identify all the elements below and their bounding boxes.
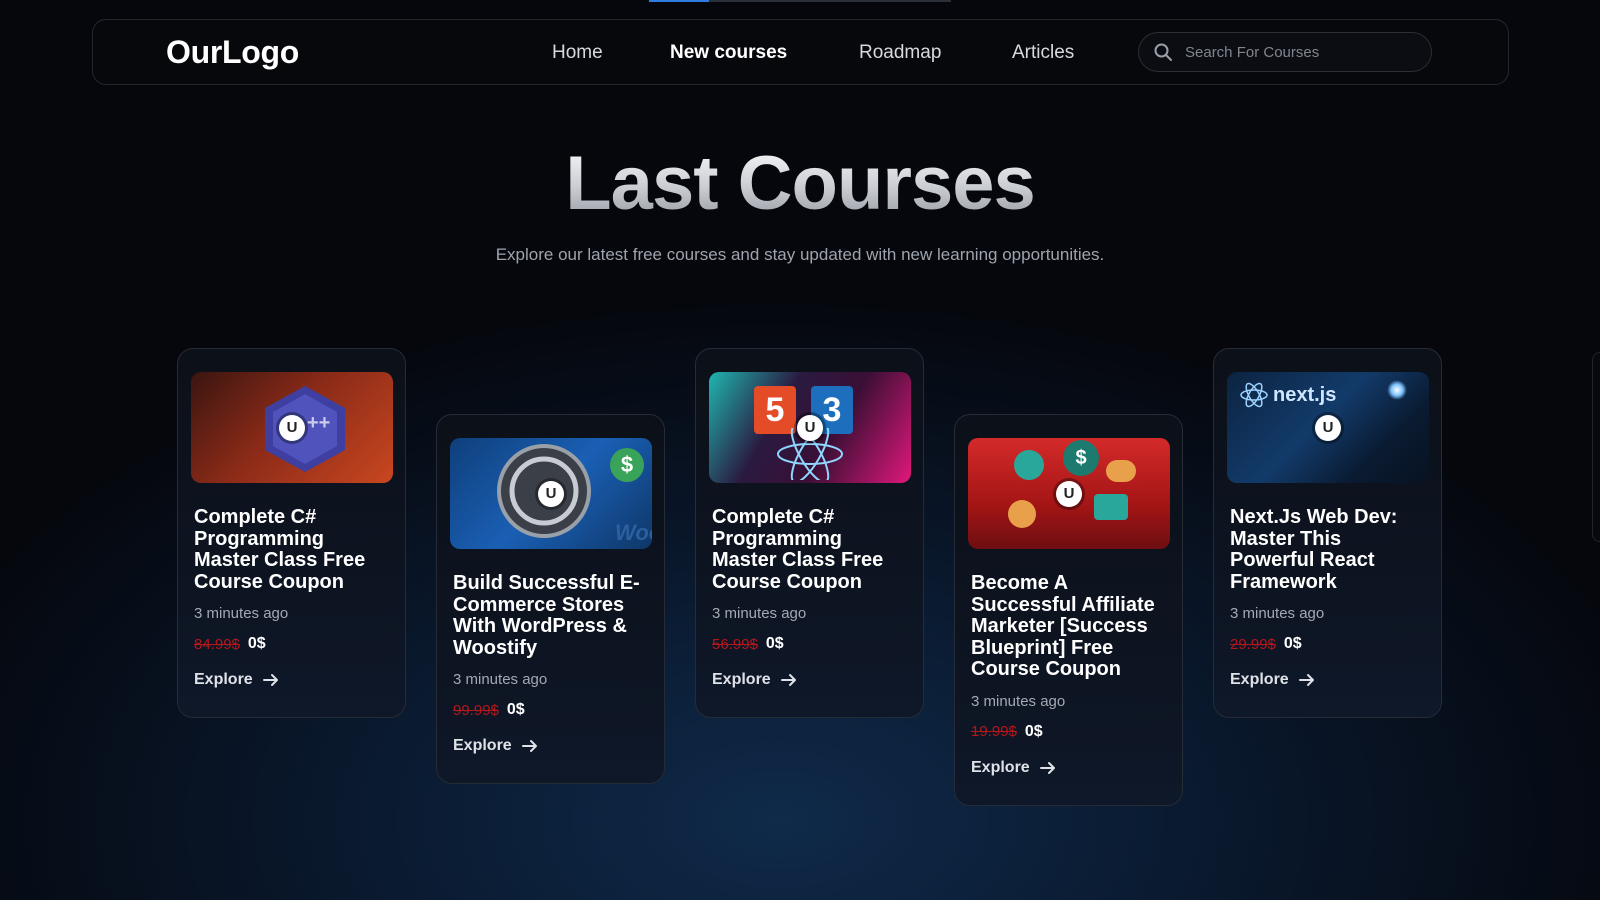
course-time: 3 minutes ago bbox=[194, 605, 289, 623]
course-price: 99.99$ 0$ bbox=[450, 701, 651, 719]
search-input[interactable] bbox=[1185, 43, 1405, 61]
new-price: 0$ bbox=[506, 701, 525, 719]
explore-button[interactable]: Explore bbox=[191, 671, 279, 689]
course-thumbnail-html-css: 5 3 U bbox=[709, 372, 911, 483]
course-card[interactable]: $ Woo U Build Successful E-Commerce Stor… bbox=[436, 414, 665, 784]
page-subtitle: Explore our latest free courses and stay… bbox=[495, 245, 1105, 264]
explore-button[interactable]: Explore bbox=[968, 759, 1056, 777]
course-time: 3 minutes ago bbox=[712, 605, 807, 623]
search-box[interactable] bbox=[1138, 32, 1432, 72]
udemy-badge-icon: U bbox=[1056, 480, 1082, 507]
course-title[interactable]: Complete C# Programming Master Class Fre… bbox=[191, 506, 392, 593]
react-atom-icon bbox=[1240, 382, 1268, 408]
explore-label: Explore bbox=[1230, 671, 1289, 689]
udemy-badge-icon: U bbox=[1315, 414, 1341, 441]
course-thumbnail-affiliate: $ U bbox=[968, 438, 1170, 549]
chat-icon bbox=[1106, 460, 1136, 482]
arrow-right-icon bbox=[780, 674, 796, 687]
scrollbar[interactable] bbox=[1592, 352, 1600, 542]
nav-articles[interactable]: Articles bbox=[1012, 42, 1074, 64]
course-title[interactable]: Complete C# Programming Master Class Fre… bbox=[709, 506, 910, 593]
course-card[interactable]: $ U Become A Successful Affiliate Market… bbox=[954, 414, 1183, 806]
dollar-icon: $ bbox=[610, 448, 644, 482]
course-time: 3 minutes ago bbox=[453, 671, 548, 689]
course-card[interactable]: ++ U Complete C# Programming Master Clas… bbox=[177, 348, 406, 718]
csharp-hexagon-icon bbox=[265, 386, 345, 472]
course-price: 56.99$ 0$ bbox=[709, 635, 910, 653]
old-price: 19.99$ bbox=[971, 723, 1017, 741]
course-card[interactable]: 5 3 U Complete C# Programming Master Cla… bbox=[695, 348, 924, 718]
old-price: 29.99$ bbox=[1230, 635, 1276, 653]
csharp-plus-glyph: ++ bbox=[307, 412, 331, 434]
course-time: 3 minutes ago bbox=[1230, 605, 1325, 623]
course-title[interactable]: Become A Successful Affiliate Marketer [… bbox=[968, 572, 1169, 681]
arrow-right-icon bbox=[262, 674, 278, 687]
nav-home[interactable]: Home bbox=[552, 42, 603, 64]
explore-label: Explore bbox=[712, 671, 771, 689]
old-price: 84.99$ bbox=[194, 635, 240, 653]
woo-text: Woo bbox=[615, 520, 652, 545]
old-price: 99.99$ bbox=[453, 701, 499, 719]
light-glow bbox=[1387, 380, 1407, 400]
explore-button[interactable]: Explore bbox=[709, 671, 797, 689]
udemy-badge-icon: U bbox=[797, 414, 823, 441]
arrow-right-icon bbox=[521, 740, 537, 753]
udemy-badge-icon: U bbox=[538, 480, 564, 507]
course-price: 29.99$ 0$ bbox=[1227, 635, 1428, 653]
new-price: 0$ bbox=[1283, 635, 1302, 653]
nextjs-logo-text: next.js bbox=[1273, 384, 1337, 406]
page-progress-bar bbox=[649, 0, 951, 2]
site-logo[interactable]: OurLogo bbox=[166, 34, 299, 71]
new-price: 0$ bbox=[765, 635, 784, 653]
search-icon[interactable] bbox=[1153, 42, 1173, 62]
arrow-right-icon bbox=[1298, 674, 1314, 687]
nav-roadmap[interactable]: Roadmap bbox=[859, 42, 941, 64]
nav-new-courses[interactable]: New courses bbox=[670, 42, 787, 64]
course-title[interactable]: Next.Js Web Dev: Master This Powerful Re… bbox=[1227, 506, 1428, 593]
course-price: 19.99$ 0$ bbox=[968, 723, 1169, 741]
explore-label: Explore bbox=[453, 737, 512, 755]
course-thumbnail-csharp: ++ U bbox=[191, 372, 393, 483]
html5-icon: 5 bbox=[754, 386, 796, 434]
laptop-icon bbox=[1094, 494, 1128, 520]
new-price: 0$ bbox=[1024, 722, 1043, 740]
course-card[interactable]: next.js U Next.Js Web Dev: Master This P… bbox=[1213, 348, 1442, 718]
page-title: Last Courses bbox=[0, 140, 1600, 227]
explore-button[interactable]: Explore bbox=[450, 737, 538, 755]
course-time: 3 minutes ago bbox=[971, 692, 1066, 710]
udemy-badge-icon: U bbox=[279, 414, 305, 441]
course-price: 84.99$ 0$ bbox=[191, 635, 392, 653]
explore-label: Explore bbox=[971, 758, 1030, 776]
course-thumbnail-wordpress: $ Woo U bbox=[450, 438, 652, 549]
money-bag-icon: $ bbox=[1063, 440, 1099, 476]
explore-label: Explore bbox=[194, 671, 253, 689]
page-progress-fill bbox=[649, 0, 709, 2]
explore-button[interactable]: Explore bbox=[1227, 671, 1315, 689]
navbar: OurLogo Home New courses Roadmap Article… bbox=[92, 19, 1509, 85]
course-thumbnail-nextjs: next.js U bbox=[1227, 372, 1429, 483]
page-icon bbox=[1014, 450, 1044, 480]
arrow-right-icon bbox=[1039, 761, 1055, 774]
old-price: 56.99$ bbox=[712, 635, 758, 653]
course-title[interactable]: Build Successful E-Commerce Stores With … bbox=[450, 572, 651, 659]
video-icon bbox=[1008, 500, 1036, 528]
new-price: 0$ bbox=[247, 635, 266, 653]
